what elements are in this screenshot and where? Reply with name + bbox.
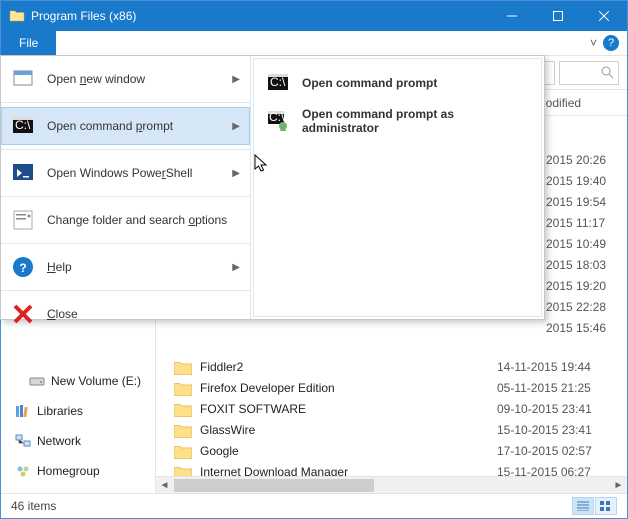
file-name: Firefox Developer Edition <box>200 381 497 395</box>
minimize-button[interactable] <box>489 1 535 31</box>
options-icon <box>11 208 35 232</box>
file-name: GlassWire <box>200 423 497 437</box>
help-icon[interactable]: ? <box>603 35 619 51</box>
folder-row[interactable]: Fiddler214-11-2015 19:44 <box>156 356 627 377</box>
menu-close[interactable]: Close <box>1 295 250 333</box>
submenu-open-cmd[interactable]: C:\ Open command prompt <box>258 65 537 101</box>
search-icon <box>601 66 614 79</box>
nav-label: Libraries <box>37 404 83 418</box>
folder-row[interactable]: GlassWire15-10-2015 23:41 <box>156 419 627 440</box>
close-window-button[interactable] <box>581 1 627 31</box>
menu-options[interactable]: Change folder and search options <box>1 201 250 239</box>
network-icon <box>15 433 31 449</box>
maximize-button[interactable] <box>535 1 581 31</box>
nav-label: Network <box>37 434 81 448</box>
file-tab[interactable]: File <box>1 31 56 55</box>
folder-icon <box>9 8 25 24</box>
title-bar: Program Files (x86) <box>1 1 627 31</box>
icons-view-button[interactable] <box>595 497 617 515</box>
menu-label: Close <box>47 307 240 321</box>
menu-help[interactable]: ? Help ▶ <box>1 248 250 286</box>
file-name: Google <box>200 444 497 458</box>
folder-icon <box>174 402 192 416</box>
item-count: 46 items <box>11 499 56 513</box>
folder-icon <box>174 423 192 437</box>
folder-icon <box>174 381 192 395</box>
folder-icon <box>174 465 192 477</box>
file-date: 14-11-2015 19:44 <box>497 360 627 374</box>
cmd-icon: C:\ <box>266 71 290 95</box>
folder-icon <box>174 444 192 458</box>
nav-label: Homegroup <box>37 464 100 478</box>
scroll-right-icon[interactable]: ► <box>610 477 627 493</box>
file-name: Internet Download Manager <box>200 465 497 477</box>
submenu-open-cmd-admin[interactable]: C:\ Open command prompt as administrator <box>258 101 537 141</box>
submenu-arrow-icon: ▶ <box>232 74 240 85</box>
status-bar: 46 items <box>1 493 627 518</box>
cmd-admin-icon: C:\ <box>266 109 290 133</box>
svg-text:?: ? <box>19 261 26 275</box>
horizontal-scrollbar[interactable]: ◄ ► <box>156 476 627 493</box>
ps-icon <box>11 161 35 185</box>
scroll-left-icon[interactable]: ◄ <box>156 477 173 493</box>
folder-row[interactable]: FOXIT SOFTWARE09-10-2015 23:41 <box>156 398 627 419</box>
menu-label: Open Windows PowerShell <box>47 166 220 180</box>
file-date: 09-10-2015 23:41 <box>497 402 627 416</box>
svg-text:C:\: C:\ <box>269 110 285 124</box>
file-name: Fiddler2 <box>200 360 497 374</box>
menu-label: Open command prompt <box>47 119 220 133</box>
nav-homegroup[interactable]: Homegroup <box>1 460 155 482</box>
cmd-icon: C:\ <box>11 114 35 138</box>
nav-label: New Volume (E:) <box>51 374 141 388</box>
nav-libraries[interactable]: Libraries <box>1 400 155 422</box>
help-icon: ? <box>11 255 35 279</box>
menu-ps[interactable]: Open Windows PowerShell ▶ <box>1 154 250 192</box>
homegroup-icon <box>15 463 31 479</box>
submenu-arrow-icon: ▶ <box>232 168 240 179</box>
file-date: 15-11-2015 06:27 <box>497 465 627 477</box>
partial-dates: 2015 20:262015 19:402015 19:542015 11:17… <box>546 150 606 339</box>
file-menu-submenu: C:\ Open command prompt C:\ Open command pr… <box>253 58 542 317</box>
svg-text:C:\: C:\ <box>270 75 286 89</box>
menu-cmd[interactable]: C:\ Open command prompt ▶ <box>1 107 250 145</box>
folder-row[interactable]: Google17-10-2015 02:57 <box>156 440 627 461</box>
ribbon-bar: File ˅ ? <box>1 31 627 56</box>
file-name: FOXIT SOFTWARE <box>200 402 497 416</box>
ribbon-expand-icon[interactable]: ˅ <box>590 36 597 50</box>
file-date: 05-11-2015 21:25 <box>497 381 627 395</box>
menu-new-window[interactable]: Open new window ▶ <box>1 60 250 98</box>
file-date: 15-10-2015 23:41 <box>497 423 627 437</box>
drive-icon <box>29 373 45 389</box>
folder-row[interactable]: Firefox Developer Edition05-11-2015 21:2… <box>156 377 627 398</box>
file-menu: Open new window▶C:\Open command prompt▶O… <box>0 55 545 320</box>
menu-label: Change folder and search options <box>47 213 240 227</box>
scroll-thumb[interactable] <box>174 479 374 492</box>
file-menu-left: Open new window▶C:\Open command prompt▶O… <box>1 56 251 319</box>
nav-drive-e[interactable]: New Volume (E:) <box>1 370 155 392</box>
menu-label: Help <box>47 260 220 274</box>
submenu-label: Open command prompt as administrator <box>302 107 529 135</box>
search-box[interactable] <box>559 61 619 85</box>
nav-network[interactable]: Network <box>1 430 155 452</box>
window-icon <box>11 67 35 91</box>
folder-icon <box>174 360 192 374</box>
window-title: Program Files (x86) <box>31 9 489 23</box>
libraries-icon <box>15 403 31 419</box>
menu-label: Open new window <box>47 72 220 86</box>
close-icon <box>11 302 35 326</box>
submenu-arrow-icon: ▶ <box>232 262 240 273</box>
details-view-button[interactable] <box>572 497 594 515</box>
folder-row[interactable]: Internet Download Manager15-11-2015 06:2… <box>156 461 627 476</box>
submenu-arrow-icon: ▶ <box>232 121 240 132</box>
file-date: 17-10-2015 02:57 <box>497 444 627 458</box>
svg-text:C:\: C:\ <box>15 118 31 132</box>
submenu-label: Open command prompt <box>302 76 437 90</box>
